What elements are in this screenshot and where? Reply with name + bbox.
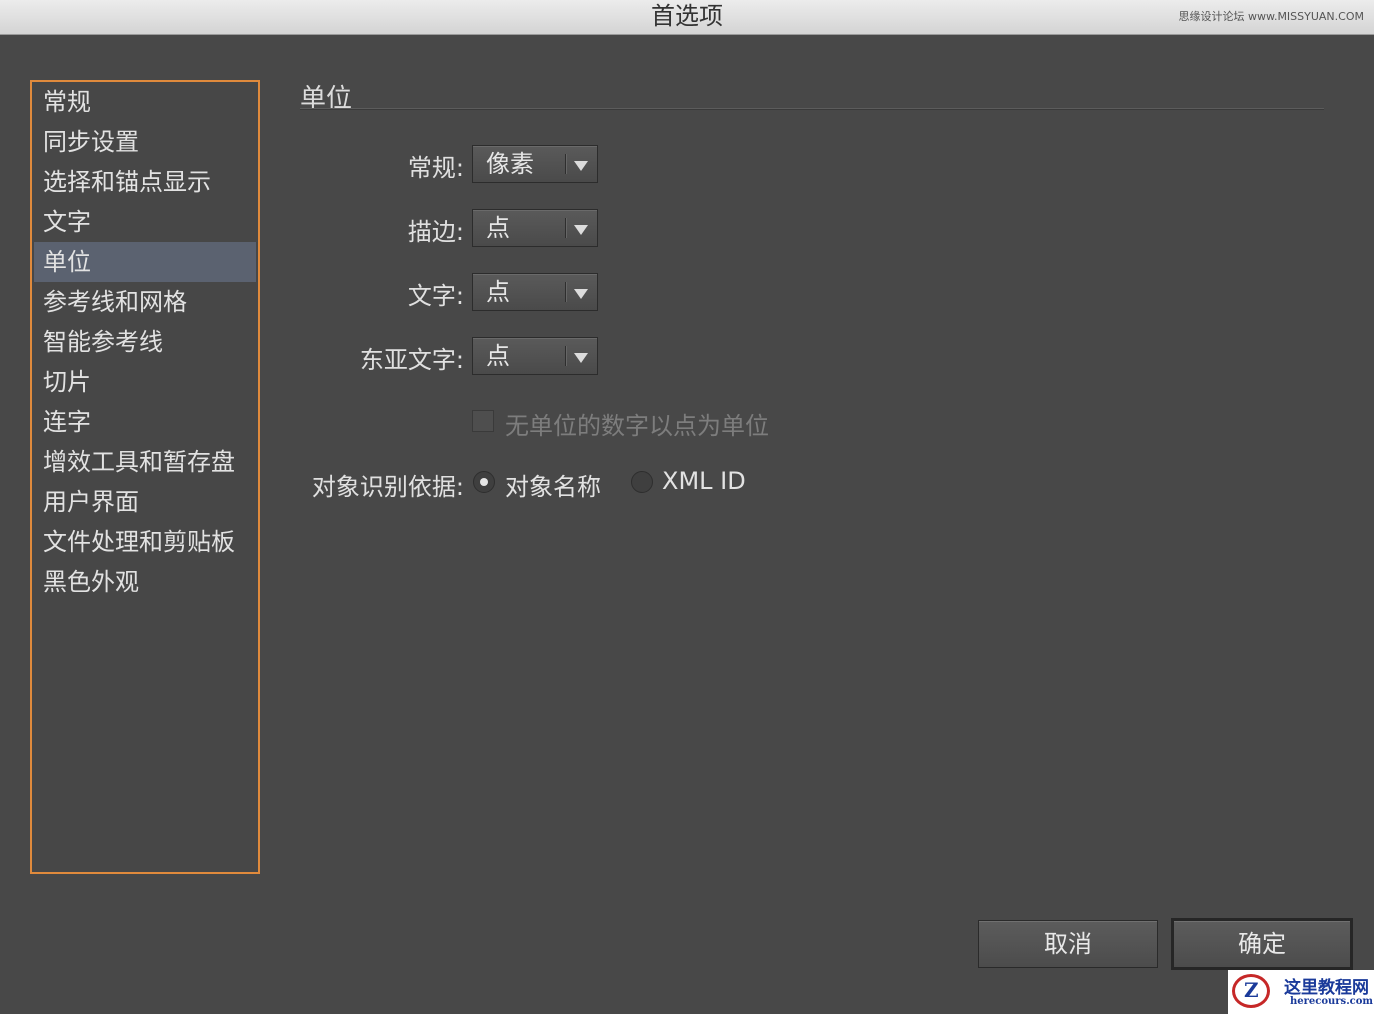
logo-text: 这里教程网	[1284, 978, 1369, 998]
preferences-category-list: 常规 同步设置 选择和锚点显示 文字 单位 参考线和网格 智能参考线 切片 连字…	[30, 80, 260, 874]
stroke-unit-label: 描边:	[407, 218, 464, 246]
sidebar-item-units[interactable]: 单位	[34, 242, 256, 282]
sidebar-item-guides-grid[interactable]: 参考线和网格	[32, 282, 258, 322]
watermark-text: 思缘设计论坛 www.MISSYUAN.COM	[1178, 10, 1364, 23]
identify-xml-id-label[interactable]: XML ID	[662, 467, 746, 495]
identify-object-name-label[interactable]: 对象名称	[505, 467, 601, 502]
general-unit-select[interactable]: 像素	[472, 145, 598, 183]
identify-object-by-label: 对象识别依据:	[311, 473, 464, 501]
chevron-down-icon	[574, 225, 588, 235]
select-separator	[565, 154, 567, 174]
logo-mark-icon: Z	[1232, 974, 1270, 1008]
site-logo: Z 这里教程网 herecours.com	[1228, 970, 1374, 1014]
sidebar-item-file-handling-clipboard[interactable]: 文件处理和剪贴板	[32, 522, 258, 562]
type-unit-value: 点	[486, 278, 510, 306]
ok-button[interactable]: 确定	[1171, 918, 1353, 970]
numbers-without-units-checkbox[interactable]	[472, 410, 494, 432]
section-divider	[300, 108, 1324, 110]
logo-url: herecours.com	[1290, 996, 1374, 1007]
stroke-unit-select[interactable]: 点	[472, 209, 598, 247]
radio-selected-dot	[480, 478, 488, 486]
numbers-without-units-label: 无单位的数字以点为单位	[505, 412, 769, 440]
sidebar-item-user-interface[interactable]: 用户界面	[32, 482, 258, 522]
identify-xml-id-radio[interactable]	[631, 471, 653, 493]
chevron-down-icon	[574, 289, 588, 299]
chevron-down-icon	[574, 161, 588, 171]
title-bar: 首选项 思缘设计论坛 www.MISSYUAN.COM	[0, 0, 1374, 35]
sidebar-item-type[interactable]: 文字	[32, 202, 258, 242]
chevron-down-icon	[574, 353, 588, 363]
sidebar-item-sync-settings[interactable]: 同步设置	[32, 122, 258, 162]
sidebar-item-general[interactable]: 常规	[32, 82, 258, 122]
sidebar-item-hyphenation[interactable]: 连字	[32, 402, 258, 442]
type-unit-label: 文字:	[407, 282, 464, 310]
general-unit-label: 常规:	[407, 154, 464, 182]
asian-type-unit-select[interactable]: 点	[472, 337, 598, 375]
general-unit-value: 像素	[486, 150, 534, 178]
sidebar-item-smart-guides[interactable]: 智能参考线	[32, 322, 258, 362]
type-unit-select[interactable]: 点	[472, 273, 598, 311]
sidebar-item-selection-anchor-display[interactable]: 选择和锚点显示	[32, 162, 258, 202]
select-separator	[565, 218, 567, 238]
select-separator	[565, 346, 567, 366]
asian-type-unit-label: 东亚文字:	[359, 346, 464, 374]
sidebar-item-slices[interactable]: 切片	[32, 362, 258, 402]
identify-object-name-radio[interactable]	[473, 471, 495, 493]
cancel-button[interactable]: 取消	[978, 920, 1158, 968]
select-separator	[565, 282, 567, 302]
asian-type-unit-value: 点	[486, 342, 510, 370]
stroke-unit-value: 点	[486, 214, 510, 242]
sidebar-item-plugins-scratch-disks[interactable]: 增效工具和暂存盘	[32, 442, 258, 482]
sidebar-item-appearance-of-black[interactable]: 黑色外观	[32, 562, 258, 602]
window-title: 首选项	[651, 2, 723, 30]
